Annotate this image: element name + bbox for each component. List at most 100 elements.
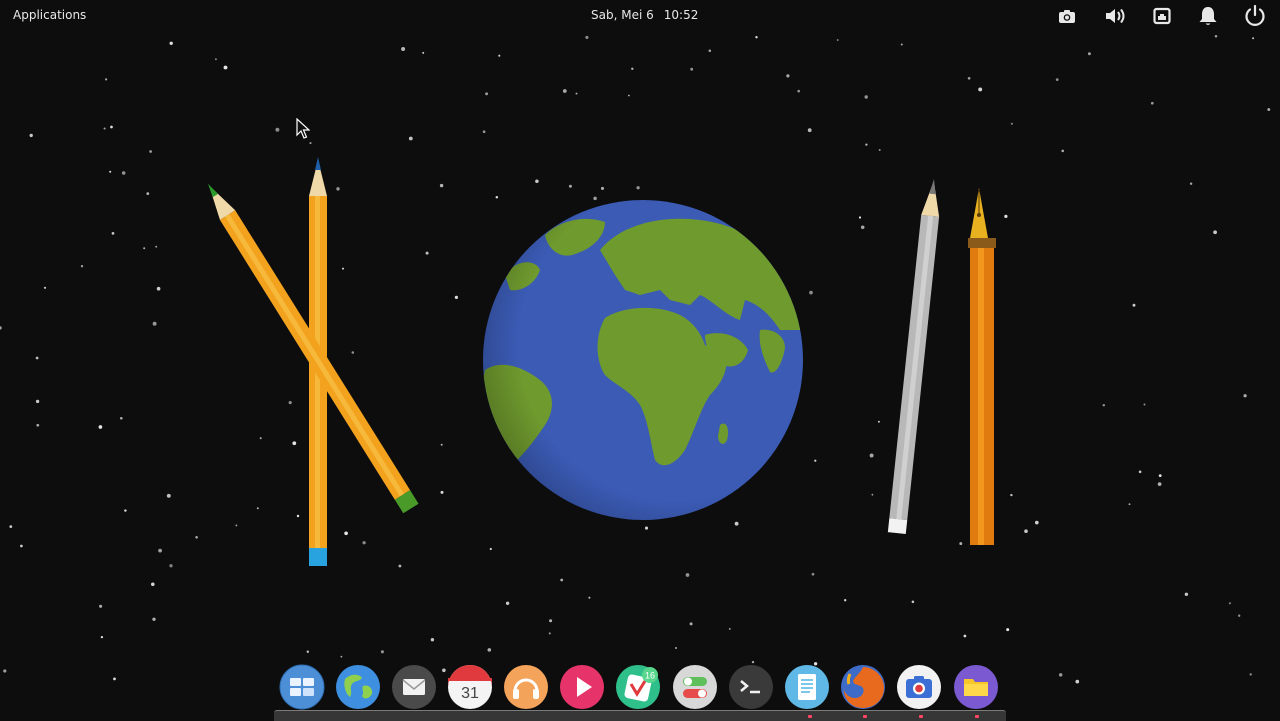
wallpaper-star (223, 65, 228, 70)
wallpaper-star (1158, 474, 1162, 477)
clock-date: Sab, Mei 6 (591, 8, 654, 22)
wallpaper-star (259, 437, 262, 440)
mouse-pointer-icon (296, 118, 310, 139)
wallpaper-star (860, 225, 865, 230)
wallpaper-star (811, 572, 815, 576)
dock-item-videos[interactable] (559, 664, 605, 710)
dock-item-music[interactable] (503, 664, 549, 710)
wallpaper-star (454, 295, 459, 300)
volume-indicator[interactable] (1102, 4, 1130, 28)
camera-icon (897, 665, 941, 709)
dock-item-multitasking-view[interactable] (279, 664, 325, 710)
dock-item-firefox[interactable] (840, 664, 886, 710)
wallpaper-star (1010, 493, 1013, 497)
wallpaper-star (865, 143, 868, 146)
wallpaper-star (585, 35, 589, 39)
wallpaper-star (275, 127, 280, 132)
wallpaper-star (755, 36, 758, 39)
wallpaper-star (1267, 108, 1271, 111)
screenshot-indicator[interactable] (1053, 4, 1081, 28)
appcenter-update-badge: 16 (645, 671, 655, 681)
wallpaper-star (814, 459, 817, 462)
wallpaper-star (408, 136, 413, 141)
clock-time: 10:52 (663, 8, 699, 22)
wallpaper-star (807, 128, 812, 133)
wallpaper-star (1061, 149, 1064, 153)
network-indicator[interactable] (1148, 4, 1176, 28)
wallpaper-star (1138, 470, 1142, 474)
wallpaper-star (152, 617, 156, 621)
dock-item-appcenter[interactable]: 16 (615, 664, 661, 710)
wallpaper-star (1004, 214, 1008, 219)
wallpaper-star (978, 87, 983, 92)
wallpaper-star (235, 524, 238, 527)
panel-clock[interactable]: Sab, Mei 6 10:52 (591, 8, 698, 22)
wallpaper-star (967, 76, 971, 80)
wallpaper-star (98, 425, 103, 429)
power-indicator[interactable] (1241, 4, 1269, 28)
wallpaper-star (1006, 628, 1010, 632)
terminal-icon (729, 665, 773, 709)
wallpaper-star (1213, 230, 1217, 235)
wallpaper-star (380, 650, 384, 654)
wallpaper-star (911, 600, 915, 604)
wallpaper-star (482, 130, 486, 133)
wallpaper-star (1150, 101, 1154, 105)
wallpaper-star (963, 634, 967, 638)
wallpaper-star (292, 441, 297, 446)
wallpaper-star (422, 51, 425, 54)
wallpaper-star (340, 655, 343, 658)
dock-item-terminal[interactable] (728, 664, 774, 710)
wallpaper-star (1249, 673, 1252, 676)
wallpaper-star (36, 423, 40, 427)
wallpaper-star (1143, 403, 1146, 406)
headphones-icon (504, 665, 548, 709)
wallpaper-star (588, 596, 591, 599)
wallpaper-star (143, 247, 146, 250)
notifications-indicator[interactable] (1194, 4, 1222, 28)
wallpaper-star (690, 67, 694, 71)
wallpaper-star (214, 58, 217, 61)
wallpaper-star (146, 192, 150, 195)
dock-item-web-browser[interactable] (335, 664, 381, 710)
wallpaper-star (1024, 529, 1028, 533)
wallpaper-star (575, 92, 578, 95)
wallpaper-star (35, 399, 40, 404)
wallpaper-star (1189, 182, 1193, 185)
wallpaper-star (351, 351, 355, 354)
wallpaper-star (103, 127, 106, 130)
wallpaper-star (113, 677, 116, 681)
wallpaper-star (336, 187, 340, 191)
dock-item-calendar[interactable]: 31 (447, 664, 493, 710)
wallpaper-star (398, 564, 402, 568)
applications-menu-button[interactable]: Applications (13, 8, 86, 22)
dock-item-files[interactable] (953, 664, 999, 710)
wallpaper-star (1157, 482, 1162, 486)
wallpaper-star (548, 632, 551, 635)
desktop-wallpaper (0, 0, 1280, 720)
wallpaper-star (900, 43, 903, 46)
toggles-icon (673, 665, 717, 709)
running-indicator-screenshot (919, 715, 923, 718)
wallpaper-star (151, 582, 155, 587)
wallpaper-star (628, 94, 630, 97)
wallpaper-star (1228, 602, 1231, 605)
wallpaper-star (1058, 673, 1063, 677)
wallpaper-star (1132, 303, 1136, 307)
dock-item-mail[interactable] (391, 664, 437, 710)
dock-item-system-settings[interactable] (672, 664, 718, 710)
wallpaper-star (549, 619, 553, 623)
wallpaper-star (593, 196, 597, 201)
wallpaper-star (111, 232, 115, 235)
wallpaper-star (80, 265, 84, 268)
power-icon (1245, 4, 1265, 26)
running-indicator-firefox (863, 715, 867, 718)
dock-shelf (274, 710, 1006, 721)
wallpaper-star (109, 170, 112, 173)
calendar-day-text: 31 (461, 685, 479, 702)
dock-item-screenshot[interactable] (896, 664, 942, 710)
dock-item-text-editor[interactable] (784, 664, 830, 710)
wallpaper-star (99, 604, 103, 608)
wallpaper-star (751, 660, 755, 664)
wallpaper-star (120, 416, 123, 420)
